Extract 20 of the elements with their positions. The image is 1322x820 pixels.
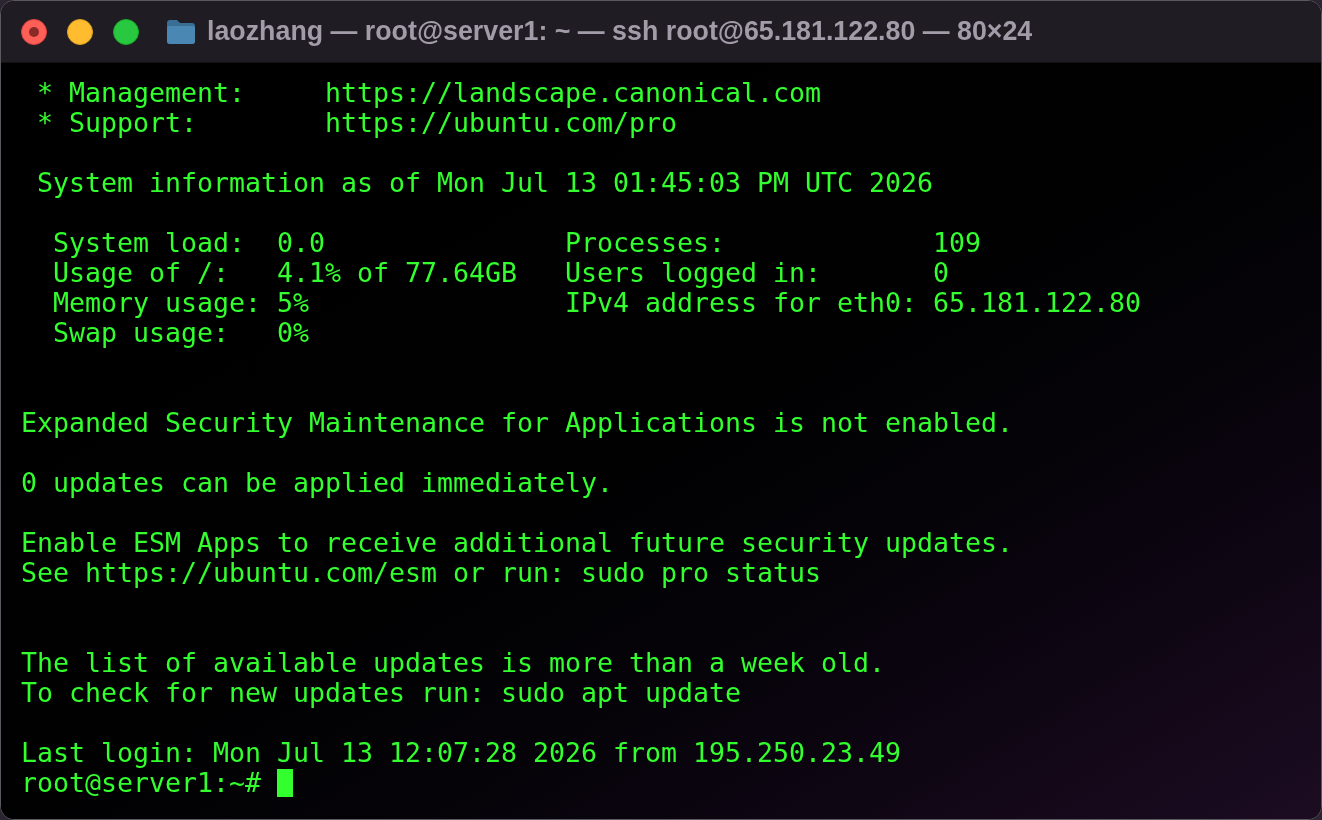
close-button[interactable] [21,18,47,45]
terminal-line: * Management: https://landscape.canonical.com [36,78,822,108]
terminal-line: Memory usage: 5% IPv4 address for eth0: 65.181.122.80 [52,288,1142,318]
terminal-line: 0 updates can be applied immediately. [21,468,614,498]
terminal-line: Usage of /: 4.1% of 77.64GB Users logged in: 0 [52,258,950,288]
terminal-line: Swap usage: 0% [52,318,310,348]
terminal-line: Enable ESM Apps to receive additional future security updates. [21,528,1014,558]
prompt-text: root@server1:~# [21,768,262,798]
terminal-line: Expanded Security Maintenance for Applications is not enabled. [21,408,1014,438]
terminal-line: * Support: https://ubuntu.com/pro [36,108,678,138]
folder-icon [167,19,195,44]
terminal-line: To check for new updates run: sudo apt update [21,678,742,708]
terminal-line: The list of available updates is more than a week old. [21,648,886,678]
terminal-line: Last login: Mon Jul 13 12:07:28 2026 from 195.250.23.49 [21,738,902,768]
terminal-line: See https://ubuntu.com/esm or run: sudo pro status [21,558,822,588]
zoom-button[interactable] [113,18,139,45]
terminal-line: System information as of Mon Jul 13 01:45:03 PM UTC 2026 [36,168,934,198]
window-title: laozhang — root@server1: ~ — ssh root@65.181.122.80 — 80×24 [207,15,1033,49]
terminal-line: System load: 0.0 Processes: 109 [52,228,982,258]
minimize-button[interactable] [67,18,93,45]
